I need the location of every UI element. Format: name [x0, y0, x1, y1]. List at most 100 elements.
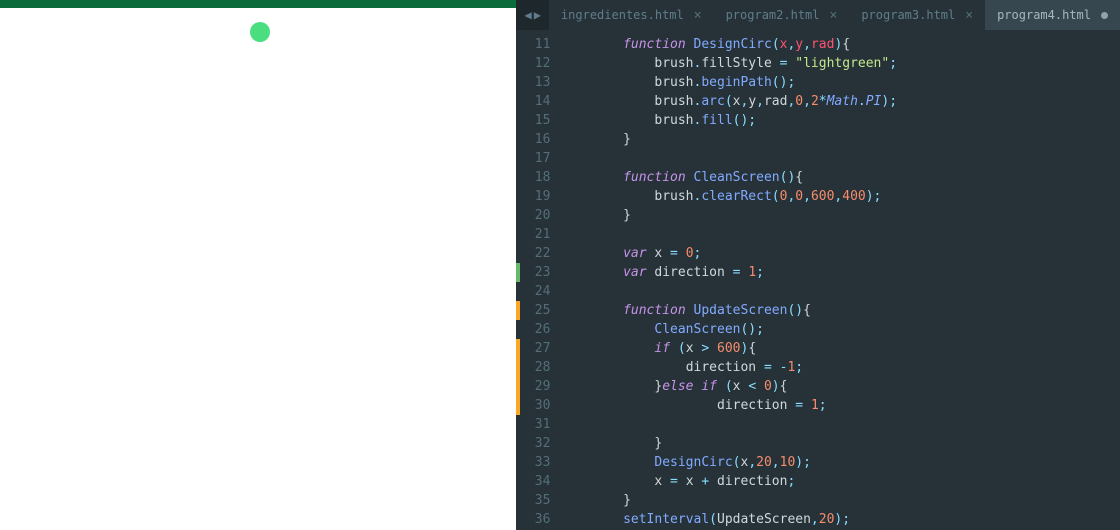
line-numbers: 1112131415161718192021222324252627282930…: [522, 35, 560, 530]
code-line: direction = 1;: [560, 396, 1120, 415]
tab-program2[interactable]: program2.html ×: [714, 0, 850, 30]
code-line: [560, 225, 1120, 244]
tab-nav-right-icon[interactable]: ▶: [534, 8, 541, 22]
modified-indicator-icon: [1101, 12, 1108, 19]
tab-bar: ◀ ▶ ingredientes.html × program2.html × …: [516, 0, 1120, 30]
line-number: 12: [522, 54, 550, 73]
gutter-mark: [516, 92, 520, 111]
code-line: [560, 149, 1120, 168]
tab-label: ingredientes.html: [561, 8, 684, 22]
code-line: }: [560, 434, 1120, 453]
code-line: var direction = 1;: [560, 263, 1120, 282]
code-line: brush.clearRect(0,0,600,400);: [560, 187, 1120, 206]
tab-program4[interactable]: program4.html: [985, 0, 1120, 30]
line-number: 18: [522, 168, 550, 187]
code-area[interactable]: function DesignCirc(x,y,rad){ brush.fill…: [560, 35, 1120, 530]
line-number: 14: [522, 92, 550, 111]
line-number: 20: [522, 206, 550, 225]
code-line: if (x > 600){: [560, 339, 1120, 358]
gutter-mark: [516, 510, 520, 529]
line-number: 27: [522, 339, 550, 358]
animated-circle: [250, 22, 270, 42]
line-number: 34: [522, 472, 550, 491]
gutter-mark: [516, 339, 520, 358]
gutter-mark: [516, 415, 520, 434]
line-number: 36: [522, 510, 550, 529]
code-line: brush.fillStyle = "lightgreen";: [560, 54, 1120, 73]
line-number: 26: [522, 320, 550, 339]
browser-preview-pane: [0, 0, 516, 530]
gutter-mark: [516, 358, 520, 377]
gutter-mark: [516, 453, 520, 472]
line-number: 33: [522, 453, 550, 472]
gutter-mark: [516, 396, 520, 415]
line-number: 15: [522, 111, 550, 130]
gutter-mark: [516, 472, 520, 491]
code-line: var x = 0;: [560, 244, 1120, 263]
top-border: [0, 0, 516, 8]
code-line: brush.arc(x,y,rad,0,2*Math.PI);: [560, 92, 1120, 111]
gutter-mark: [516, 187, 520, 206]
line-number: 22: [522, 244, 550, 263]
line-number: 17: [522, 149, 550, 168]
code-line: function UpdateScreen(){: [560, 301, 1120, 320]
code-line: }: [560, 130, 1120, 149]
gutter-mark: [516, 225, 520, 244]
tab-ingredientes[interactable]: ingredientes.html ×: [549, 0, 714, 30]
tab-nav-left-icon[interactable]: ◀: [524, 8, 531, 22]
gutter-mark: [516, 244, 520, 263]
close-icon[interactable]: ×: [965, 8, 973, 23]
gutter-mark: [516, 73, 520, 92]
line-number: 28: [522, 358, 550, 377]
tab-label: program3.html: [861, 8, 955, 22]
gutter-mark: [516, 35, 520, 54]
line-number: 35: [522, 491, 550, 510]
gutter-mark: [516, 206, 520, 225]
close-icon[interactable]: ×: [830, 8, 838, 23]
code-line: brush.beginPath();: [560, 73, 1120, 92]
code-line: }: [560, 206, 1120, 225]
code-line: }else if (x < 0){: [560, 377, 1120, 396]
line-number: 24: [522, 282, 550, 301]
code-line: brush.fill();: [560, 111, 1120, 130]
gutter-mark: [516, 434, 520, 453]
code-line: function CleanScreen(){: [560, 168, 1120, 187]
line-number: 19: [522, 187, 550, 206]
gutter-mark: [516, 54, 520, 73]
line-number: 11: [522, 35, 550, 54]
gutter-mark: [516, 320, 520, 339]
line-number: 29: [522, 377, 550, 396]
line-number: 32: [522, 434, 550, 453]
gutter-mark: [516, 282, 520, 301]
line-number: 13: [522, 73, 550, 92]
code-line: DesignCirc(x,20,10);: [560, 453, 1120, 472]
line-number: 23: [522, 263, 550, 282]
tab-label: program2.html: [726, 8, 820, 22]
gutter-mark: [516, 377, 520, 396]
tab-label: program4.html: [997, 8, 1091, 22]
gutter-mark: [516, 491, 520, 510]
close-icon[interactable]: ×: [694, 8, 702, 23]
gutter-mark: [516, 263, 520, 282]
tab-program3[interactable]: program3.html ×: [849, 0, 985, 30]
code-line: function DesignCirc(x,y,rad){: [560, 35, 1120, 54]
gutter-mark: [516, 149, 520, 168]
line-number: 16: [522, 130, 550, 149]
code-line: CleanScreen();: [560, 320, 1120, 339]
line-number: 25: [522, 301, 550, 320]
code-line: [560, 282, 1120, 301]
line-number: 30: [522, 396, 550, 415]
gutter-mark: [516, 111, 520, 130]
code-line: setInterval(UpdateScreen,20);: [560, 510, 1120, 529]
gutter-mark: [516, 301, 520, 320]
code-line: }: [560, 491, 1120, 510]
editor-body[interactable]: 1112131415161718192021222324252627282930…: [516, 30, 1120, 530]
line-number: 21: [522, 225, 550, 244]
code-line: direction = -1;: [560, 358, 1120, 377]
gutter-mark: [516, 130, 520, 149]
tab-nav: ◀ ▶: [516, 8, 548, 22]
code-line: [560, 415, 1120, 434]
gutter-mark: [516, 168, 520, 187]
code-line: x = x + direction;: [560, 472, 1120, 491]
code-editor-pane: ◀ ▶ ingredientes.html × program2.html × …: [516, 0, 1120, 530]
